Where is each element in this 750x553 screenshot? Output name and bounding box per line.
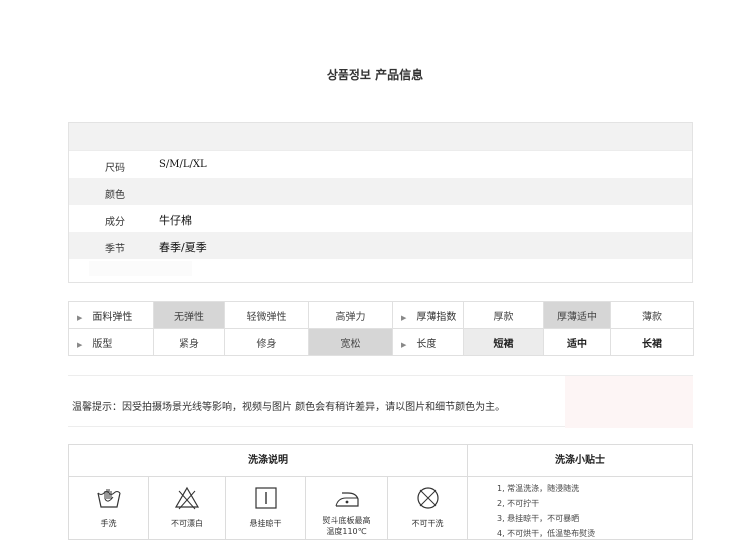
page-title: 상품정보 产品信息 bbox=[0, 66, 750, 83]
info-label-season: 季节 bbox=[105, 244, 125, 255]
triangle-right-icon: ▶ bbox=[401, 313, 407, 322]
attributes-row-elasticity-thickness: ▶ 面料弹性 无弹性 轻微弹性 高弹力 ▶ 厚薄指数 厚款 厚薄适中 薄款 bbox=[68, 301, 694, 329]
care-tip-item: 4, 不可烘干，低温垫布熨烫 bbox=[497, 529, 596, 538]
care-tips-title: 洗涤小贴士 bbox=[468, 445, 692, 477]
option-slim: 修身 bbox=[224, 328, 309, 356]
care-item-hand-wash: 手洗 bbox=[69, 477, 149, 539]
option-medium-length: 适中 bbox=[543, 328, 611, 356]
option-loose: 宽松 bbox=[308, 328, 393, 356]
info-row-material: 成分 牛仔棉 bbox=[69, 205, 692, 232]
option-thick: 厚款 bbox=[463, 301, 544, 329]
faded-placeholder bbox=[89, 261, 192, 276]
care-label-iron: 熨斗底板最高 温度110℃ bbox=[306, 515, 387, 537]
option-long-skirt: 长裙 bbox=[610, 328, 694, 356]
care-item-hang-dry: 悬挂晾干 bbox=[226, 477, 306, 539]
care-instructions-title: 洗涤说明 bbox=[69, 445, 468, 477]
notice-box: 温馨提示：因受拍摄场景光线等影响，视频与图片 颜色会有稍许差异，请以图片和细节颜… bbox=[68, 375, 693, 428]
option-short-skirt: 短裙 bbox=[463, 328, 544, 356]
hang-dry-icon bbox=[254, 487, 277, 509]
care-label-iron-line2: 温度110℃ bbox=[326, 527, 367, 536]
care-tip-item: 1, 常温洗涤，随浸随洗 bbox=[497, 484, 580, 493]
care-item-iron: 熨斗底板最高 温度110℃ bbox=[306, 477, 388, 539]
care-label-iron-line1: 熨斗底板最高 bbox=[322, 516, 371, 525]
care-item-no-dry-clean: 不可干洗 bbox=[388, 477, 468, 539]
info-label-size: 尺码 bbox=[105, 163, 125, 174]
care-label-no-dry-clean: 不可干洗 bbox=[411, 519, 444, 528]
care-tip-item: 2, 不可拧干 bbox=[497, 499, 540, 508]
option-slight-elasticity: 轻微弹性 bbox=[224, 301, 309, 329]
option-tight: 紧身 bbox=[153, 328, 225, 356]
no-bleach-icon bbox=[174, 486, 200, 510]
attr-label-thickness: ▶ 厚薄指数 bbox=[392, 301, 464, 329]
notice-text: 温馨提示：因受拍摄场景光线等影响，视频与图片 颜色会有稍许差异，请以图片和细节颜… bbox=[72, 402, 506, 413]
page-title-korean: 상품정보 bbox=[326, 68, 371, 82]
info-row-color: 颜色 bbox=[69, 178, 692, 205]
option-high-elasticity: 高弹力 bbox=[308, 301, 393, 329]
notice-decoration bbox=[565, 376, 693, 428]
option-no-elasticity: 无弹性 bbox=[153, 301, 225, 329]
triangle-right-icon: ▶ bbox=[77, 340, 83, 349]
triangle-right-icon: ▶ bbox=[77, 313, 83, 322]
triangle-right-icon: ▶ bbox=[401, 340, 407, 349]
care-tip-item: 3, 悬挂晾干，不可暴晒 bbox=[497, 514, 580, 523]
info-label-material: 成分 bbox=[105, 217, 125, 228]
attributes-table: ▶ 面料弹性 无弹性 轻微弹性 高弹力 ▶ 厚薄指数 厚款 厚薄适中 薄款 ▶ 版型 … bbox=[68, 301, 694, 356]
attr-label-fit: ▶ 版型 bbox=[68, 328, 154, 356]
info-value-season: 春季/夏季 bbox=[159, 241, 207, 254]
info-row-season: 季节 春季/夏季 bbox=[69, 232, 692, 259]
info-value-size: S/M/L/XL bbox=[159, 159, 207, 170]
page-title-chinese: 产品信息 bbox=[375, 68, 424, 82]
no-dry-clean-icon bbox=[416, 487, 439, 509]
care-section: 洗涤说明 洗涤小贴士 手洗 不可漂白 悬挂晾干 熨斗底板最高 温度110℃ 不可… bbox=[68, 444, 693, 540]
option-thin: 薄款 bbox=[610, 301, 694, 329]
iron-low-temp-icon bbox=[335, 492, 359, 507]
care-label-no-bleach: 不可漂白 bbox=[171, 519, 203, 528]
attr-label-elasticity: ▶ 面料弹性 bbox=[68, 301, 154, 329]
hand-wash-icon bbox=[96, 489, 121, 508]
care-item-no-bleach: 不可漂白 bbox=[149, 477, 226, 539]
care-label-hang-dry: 悬挂晾干 bbox=[249, 519, 282, 528]
care-tips-list: 1, 常温洗涤，随浸随洗 2, 不可拧干 3, 悬挂晾干，不可暴晒 4, 不可烘… bbox=[497, 481, 595, 541]
info-row-size: 尺码 S/M/L/XL bbox=[69, 151, 692, 178]
product-info-table: 尺码 S/M/L/XL 颜色 成分 牛仔棉 季节 春季/夏季 bbox=[68, 122, 693, 283]
care-label-hand-wash: 手洗 bbox=[100, 519, 117, 528]
product-info-header-bar bbox=[69, 123, 692, 151]
info-value-material: 牛仔棉 bbox=[159, 214, 192, 227]
option-medium-thickness: 厚薄适中 bbox=[543, 301, 611, 329]
info-label-color: 颜色 bbox=[105, 190, 125, 201]
attr-label-length: ▶ 长度 bbox=[392, 328, 464, 356]
attributes-row-fit-length: ▶ 版型 紧身 修身 宽松 ▶ 长度 短裙 适中 长裙 bbox=[68, 328, 694, 356]
